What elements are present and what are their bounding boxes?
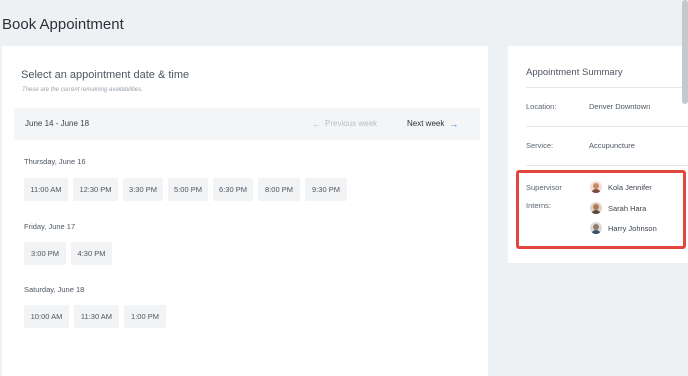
staff-name: Sarah Hara xyxy=(608,203,647,213)
female-avatar-icon xyxy=(590,202,602,214)
time-slot-row-friday: 3:00 PM 4:30 PM xyxy=(24,242,112,265)
divider xyxy=(526,165,688,166)
time-slot[interactable]: 10:00 AM xyxy=(24,305,69,328)
divider xyxy=(526,87,688,88)
time-slot[interactable]: 9:30 PM xyxy=(305,178,347,201)
day-label-friday: Friday, June 17 xyxy=(24,222,76,231)
previous-week-label: Previous week xyxy=(325,119,378,128)
time-slot[interactable]: 11:00 AM xyxy=(24,178,68,201)
arrow-right-icon: → xyxy=(449,118,459,129)
time-slot[interactable]: 3:00 PM xyxy=(24,242,66,265)
time-slot-row-thursday: 11:00 AM 12:30 PM 3:30 PM 5:00 PM 6:30 P… xyxy=(24,178,347,201)
next-week-button[interactable]: Next week → xyxy=(407,119,458,128)
time-slot[interactable]: 6:30 PM xyxy=(213,178,253,201)
supervisor-label: Supervisor xyxy=(526,183,562,192)
male-avatar-icon xyxy=(590,222,602,234)
picker-heading: Select an appointment date & time xyxy=(21,69,190,81)
interns-label: Interns: xyxy=(526,201,552,210)
service-value: Accupuncture xyxy=(589,141,635,150)
time-slot[interactable]: 3:30 PM xyxy=(123,178,163,201)
time-slot[interactable]: 5:00 PM xyxy=(168,178,208,201)
time-slot[interactable]: 12:30 PM xyxy=(73,178,118,201)
day-label-thursday: Thursday, June 16 xyxy=(24,157,86,166)
time-slot[interactable]: 11:30 AM xyxy=(74,305,119,328)
time-slot[interactable]: 8:00 PM xyxy=(258,178,300,201)
next-week-label: Next week xyxy=(407,119,445,128)
staff-member-kola-jennifer: Kola Jennifer xyxy=(590,181,652,193)
week-range-label: June 14 - June 18 xyxy=(25,119,90,128)
time-slot-row-saturday: 10:00 AM 11:30 AM 1:00 PM xyxy=(24,305,166,328)
time-slot[interactable]: 1:00 PM xyxy=(124,305,166,328)
summary-title: Appointment Summary xyxy=(526,67,623,78)
staff-name: Kola Jennifer xyxy=(608,182,652,192)
picker-subheading: These are the current remaining availabi… xyxy=(22,87,144,93)
page-title: Book Appointment xyxy=(2,16,124,33)
date-time-picker-card: Select an appointment date & time These … xyxy=(2,46,488,376)
week-navigation-bar: June 14 - June 18 ← Previous week Next w… xyxy=(14,108,480,140)
staff-member-harry-johnson: Harry Johnson xyxy=(590,222,657,234)
staff-member-sarah-hara: Sarah Hara xyxy=(590,202,646,214)
previous-week-button[interactable]: ← Previous week xyxy=(312,119,377,128)
female-avatar-icon xyxy=(590,181,602,193)
day-label-saturday: Saturday, June 18 xyxy=(24,285,85,294)
location-label: Location: xyxy=(526,102,557,111)
staff-name: Harry Johnson xyxy=(608,223,657,233)
location-value: Denver Downtown xyxy=(589,102,651,111)
divider xyxy=(526,126,688,127)
service-label: Service: xyxy=(526,141,554,150)
arrow-left-icon: ← xyxy=(312,118,321,129)
time-slot[interactable]: 4:30 PM xyxy=(71,242,112,265)
page-scrollbar[interactable] xyxy=(682,0,688,104)
